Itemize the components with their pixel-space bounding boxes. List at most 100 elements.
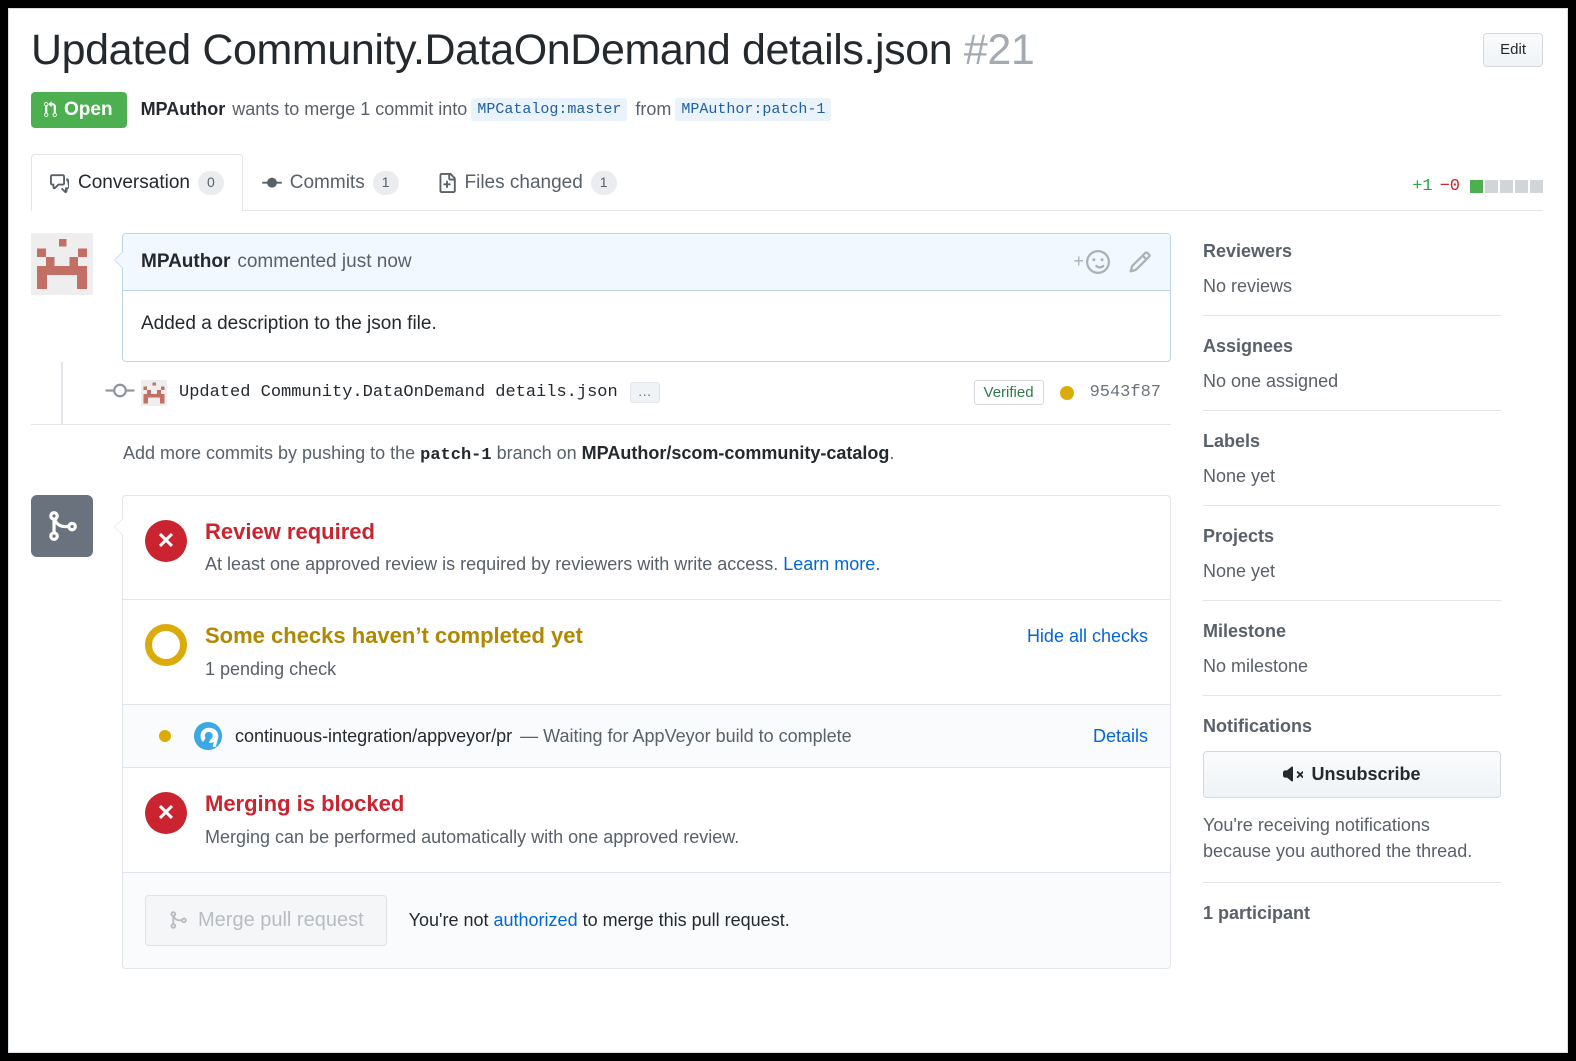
diffstat-blocks: [1470, 179, 1543, 193]
merge-pull-request-label: Merge pull request: [198, 908, 364, 931]
sidebar-section-labels: Labels None yet: [1203, 431, 1501, 506]
commit-author-avatar[interactable]: [141, 379, 167, 406]
conversation-column: MPAuthor commented just now + Added a de…: [31, 232, 1171, 969]
pr-title-text: Updated Community.DataOnDemand details.j…: [31, 26, 953, 74]
merge-pull-request-button[interactable]: Merge pull request: [145, 894, 387, 946]
tab-commits-label: Commits: [289, 171, 365, 193]
base-branch-chip[interactable]: MPCatalog:master: [471, 98, 628, 122]
learn-more-link[interactable]: Learn more.: [783, 554, 880, 574]
commit-sha[interactable]: 9543f87: [1090, 383, 1161, 402]
check-name[interactable]: continuous-integration/appveyor/pr: [235, 726, 512, 747]
git-commit-dot-icon: [105, 381, 135, 404]
sidebar-section-assignees: Assignees No one assigned: [1203, 336, 1501, 411]
check-details-link[interactable]: Details: [1093, 726, 1148, 747]
commit-expand-button[interactable]: …: [629, 382, 660, 404]
merging-blocked-title: Merging is blocked: [205, 791, 405, 817]
edit-button[interactable]: Edit: [1483, 33, 1543, 67]
page-title: Updated Community.DataOnDemand details.j…: [31, 25, 1543, 76]
push-note-prefix: Add more commits by pushing to the: [123, 442, 416, 463]
diffstat-block: [1515, 179, 1528, 193]
merge-panel: ✕ Review required At least one approved …: [114, 494, 1171, 969]
pull-request-icon: [44, 101, 57, 118]
sidebar-title-notifications: Notifications: [1203, 715, 1313, 736]
check-status-dot-icon: [159, 730, 171, 743]
appveyor-icon: [193, 721, 223, 751]
sidebar-title-projects[interactable]: Projects: [1203, 526, 1501, 547]
authorized-link[interactable]: authorized: [494, 910, 578, 930]
review-required-row: ✕ Review required At least one approved …: [123, 496, 1170, 601]
pr-number: #21: [963, 26, 1035, 74]
identicon-avatar-icon: [31, 232, 93, 295]
merging-blocked-row: ✕ Merging is blocked Merging can be perf…: [123, 768, 1170, 873]
push-note-suffix: .: [889, 442, 895, 463]
diff-file-icon: [439, 172, 456, 193]
pr-state-row: Open MPAuthor wants to merge 1 commit in…: [31, 91, 1543, 128]
tab-files-changed[interactable]: Files changed 1: [418, 154, 636, 211]
avatar[interactable]: [31, 232, 93, 295]
sidebar-title-assignees[interactable]: Assignees: [1203, 336, 1501, 357]
review-required-desc: At least one approved review is required…: [205, 552, 880, 577]
push-more-commits-note: Add more commits by pushing to the patch…: [31, 423, 1171, 483]
merge-footer-note: You're not authorized to merge this pull…: [409, 910, 790, 931]
notifications-note: You're receiving notifications because y…: [1203, 814, 1473, 861]
git-merge-icon: [49, 510, 77, 541]
check-description: — Waiting for AppVeyor build to complete: [520, 725, 852, 746]
sidebar-value-labels: None yet: [1203, 465, 1276, 486]
diffstat-deletions: −0: [1439, 176, 1460, 196]
tab-files-changed-count: 1: [590, 170, 617, 195]
add-reaction-icon[interactable]: +: [1073, 249, 1110, 274]
sidebar-section-milestone: Milestone No milestone: [1203, 621, 1501, 696]
sidebar-section-projects: Projects None yet: [1203, 526, 1501, 601]
tab-conversation[interactable]: Conversation 0: [31, 153, 243, 211]
commit-timeline: Updated Community.DataOnDemand details.j…: [31, 361, 1171, 424]
merge-icon-box: [31, 494, 93, 557]
pr-author[interactable]: MPAuthor: [141, 99, 226, 120]
comment-timeline-item: MPAuthor commented just now + Added a de…: [31, 232, 1171, 362]
mute-icon: [1283, 766, 1304, 782]
pr-tabbar: Conversation 0 Commits 1 Files changed 1…: [31, 153, 1543, 211]
smiley-icon: [1086, 249, 1110, 274]
pr-sidebar: Reviewers No reviews Assignees No one as…: [1171, 233, 1501, 969]
comment-author[interactable]: MPAuthor: [141, 251, 230, 273]
timeline-line: [61, 361, 63, 424]
status-badge-label: Open: [64, 98, 113, 120]
unsubscribe-button[interactable]: Unsubscribe: [1203, 750, 1501, 798]
review-required-desc-text: At least one approved review is required…: [205, 554, 779, 575]
diffstat-additions: +1: [1412, 176, 1433, 196]
tab-commits[interactable]: Commits 1: [243, 154, 418, 211]
commit-message[interactable]: Updated Community.DataOnDemand details.j…: [179, 383, 618, 402]
pr-header: Updated Community.DataOnDemand details.j…: [31, 25, 1543, 128]
comment-meta: commented just now: [237, 250, 412, 272]
pull-request-page: Updated Community.DataOnDemand details.j…: [8, 8, 1568, 1053]
sidebar-title-labels[interactable]: Labels: [1203, 431, 1501, 452]
diffstat-block: [1485, 179, 1498, 193]
sidebar-title-reviewers[interactable]: Reviewers: [1203, 241, 1501, 262]
diffstat-block: [1470, 179, 1483, 193]
check-item-row: continuous-integration/appveyor/pr — Wai…: [123, 705, 1170, 769]
verified-badge[interactable]: Verified: [973, 380, 1044, 406]
pr-byline-2: from: [635, 99, 672, 120]
merge-footer-note-suffix: to merge this pull request.: [582, 909, 790, 930]
sidebar-title-milestone[interactable]: Milestone: [1203, 621, 1501, 642]
checks-summary-row: Some checks haven’t completed yet 1 pend…: [123, 600, 1170, 706]
sidebar-section-participants: 1 participant: [1203, 903, 1501, 924]
checks-summary-title: Some checks haven’t completed yet: [205, 623, 583, 649]
status-badge: Open: [31, 91, 127, 128]
git-merge-icon: [170, 911, 187, 930]
head-branch-chip[interactable]: MPAuthor:patch-1: [675, 98, 832, 122]
sidebar-value-projects: None yet: [1203, 560, 1276, 581]
sidebar-value-assignees: No one assigned: [1203, 370, 1339, 391]
comment-card: MPAuthor commented just now + Added a de…: [114, 232, 1171, 362]
pending-ring-icon: [145, 624, 187, 667]
commit-status-dot-icon[interactable]: [1059, 385, 1074, 400]
diffstat-block: [1530, 179, 1543, 193]
sidebar-section-notifications: Notifications Unsubscribe You're receivi…: [1203, 716, 1501, 883]
comment-body: Added a description to the json file.: [141, 312, 437, 334]
pr-byline-1: wants to merge 1 commit into: [232, 99, 468, 120]
pencil-icon[interactable]: [1128, 250, 1152, 274]
hide-all-checks-link[interactable]: Hide all checks: [1027, 622, 1148, 647]
x-circle-icon: ✕: [145, 519, 187, 562]
merging-blocked-desc: Merging can be performed automatically w…: [205, 826, 740, 847]
commit-row: Updated Community.DataOnDemand details.j…: [105, 362, 1171, 424]
merge-footer: Merge pull request You're not authorized…: [123, 872, 1170, 968]
